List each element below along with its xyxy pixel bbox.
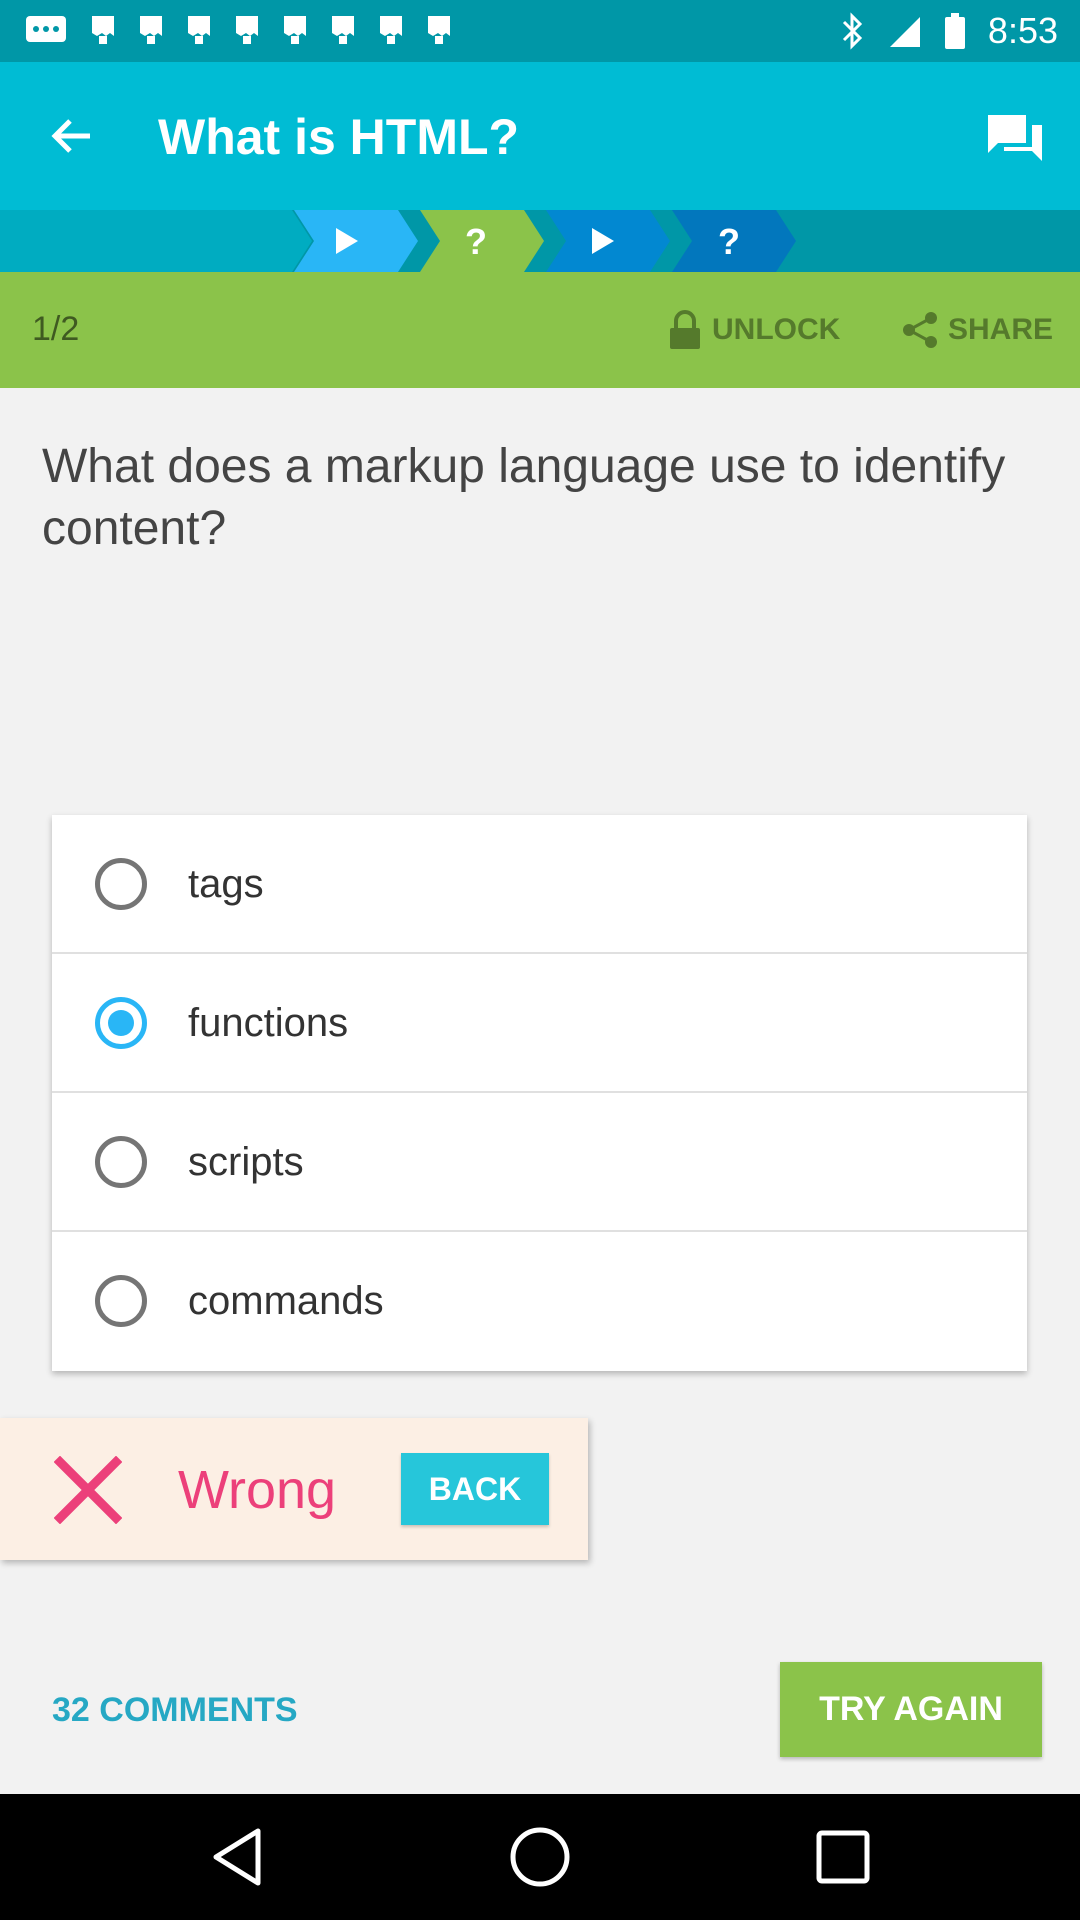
arrow-left-icon — [51, 119, 90, 153]
nav-recents-button[interactable] — [810, 1824, 876, 1890]
system-nav-bar — [0, 1794, 1080, 1920]
lesson-progress: ? ? — [0, 210, 1080, 272]
image-icon — [428, 16, 450, 44]
image-icon — [140, 16, 162, 44]
option-label: functions — [188, 1001, 349, 1045]
image-icon — [236, 16, 258, 44]
bluetooth-icon — [842, 12, 863, 50]
share-button[interactable]: SHARE — [900, 300, 1053, 360]
radio-button-selected[interactable] — [95, 997, 147, 1049]
back-to-lesson-button[interactable]: BACK — [401, 1453, 549, 1525]
notification-icons — [24, 12, 452, 46]
status-bar: 8:53 — [0, 0, 1080, 62]
comments-link[interactable]: 32 COMMENTS — [52, 1688, 298, 1732]
answer-option[interactable]: scripts — [52, 1093, 1027, 1232]
unlock-label: UNLOCK — [712, 313, 841, 346]
radio-button[interactable] — [95, 1275, 147, 1327]
progress-steps: ? ? — [0, 210, 796, 272]
question-text: What does a markup language use to ident… — [42, 440, 1006, 555]
back-button[interactable] — [40, 104, 104, 168]
option-label: scripts — [188, 1140, 304, 1184]
discussion-button[interactable] — [980, 102, 1052, 174]
answer-option[interactable]: commands — [52, 1232, 1027, 1371]
answer-option[interactable]: functions — [52, 954, 1027, 1093]
question-icon: ? — [465, 221, 487, 262]
image-icon — [284, 16, 306, 44]
page-indicator: 1/2 — [32, 310, 80, 348]
share-icon — [903, 312, 937, 348]
nav-home-button[interactable] — [507, 1824, 573, 1890]
answer-options: tags functions scripts commands — [52, 815, 1027, 1371]
circle-home-icon — [510, 1827, 570, 1887]
app-bar: What is HTML? — [0, 62, 1080, 210]
forum-icon — [988, 115, 1042, 161]
lock-icon — [670, 310, 700, 349]
question-icon: ? — [718, 221, 740, 262]
option-label: tags — [188, 862, 264, 906]
page-title: What is HTML? — [158, 109, 520, 165]
triangle-back-icon — [213, 1828, 261, 1886]
square-recents-icon — [816, 1830, 870, 1884]
image-icon — [380, 16, 402, 44]
radio-button[interactable] — [95, 1136, 147, 1188]
try-again-button[interactable]: TRY AGAIN — [780, 1662, 1042, 1757]
feedback-status: Wrong — [178, 1460, 337, 1520]
answer-option[interactable]: tags — [52, 815, 1027, 954]
share-label: SHARE — [948, 313, 1054, 346]
option-label: commands — [188, 1279, 384, 1323]
signal-icon — [889, 17, 920, 47]
image-icon — [92, 16, 114, 44]
radio-button[interactable] — [95, 858, 147, 910]
close-icon — [54, 1456, 122, 1524]
unlock-button[interactable]: UNLOCK — [668, 300, 840, 360]
message-icon — [26, 16, 66, 42]
clock: 8:53 — [987, 10, 1058, 51]
nav-back-button[interactable] — [204, 1824, 270, 1890]
progress-track-done — [0, 210, 312, 272]
image-icon — [188, 16, 210, 44]
image-icon — [332, 16, 354, 44]
answer-feedback: Wrong BACK — [0, 1418, 588, 1560]
lesson-toolbar: 1/2 UNLOCK SHARE — [0, 272, 1080, 388]
battery-icon — [944, 13, 965, 49]
system-status: 8:53 — [840, 8, 1058, 54]
